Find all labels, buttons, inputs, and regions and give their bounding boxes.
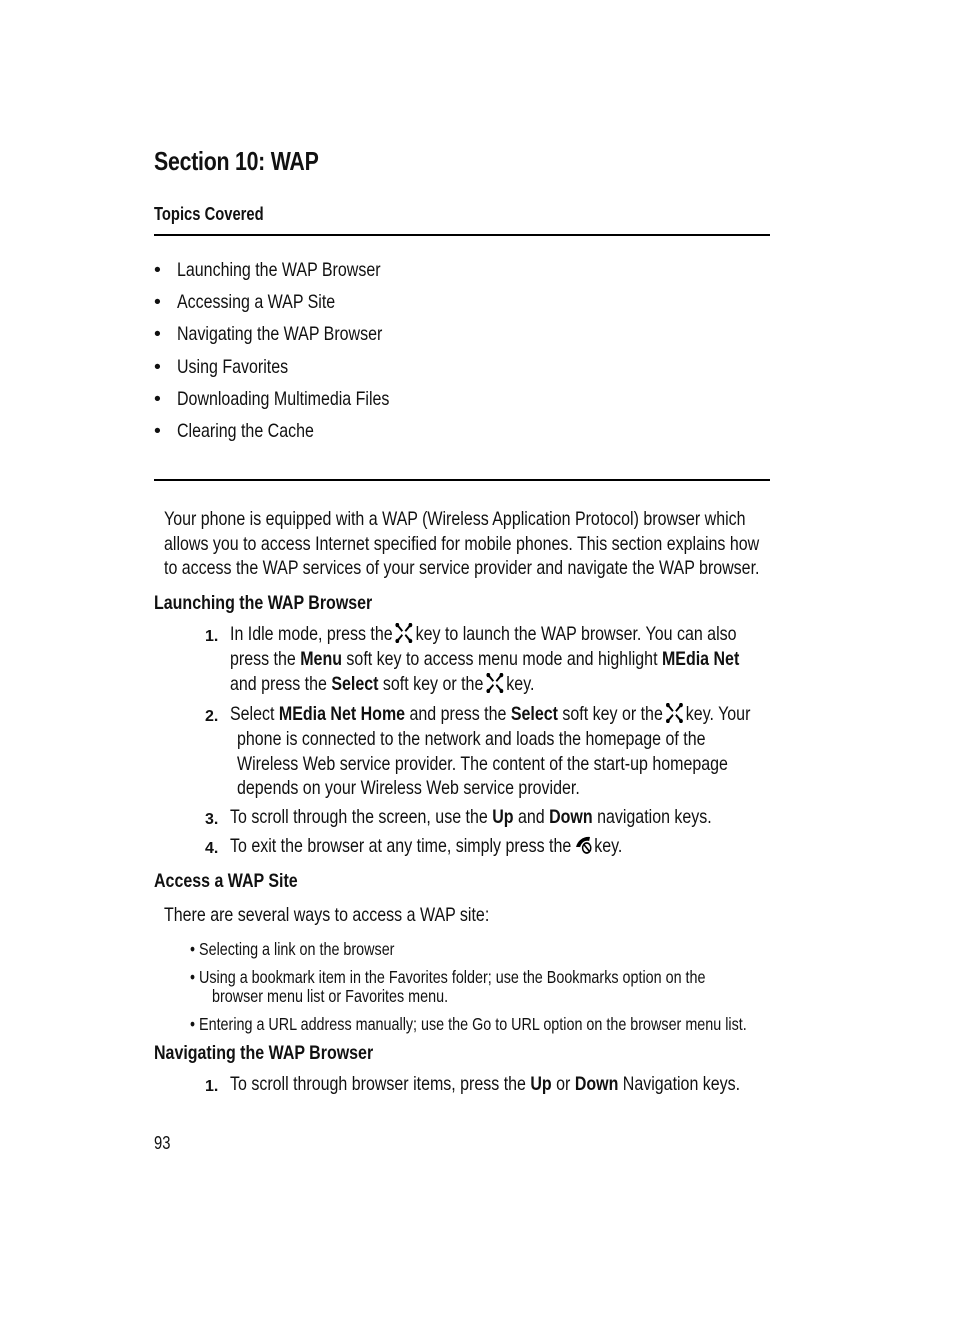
bullet: • [154,323,161,345]
page-number: 93 [154,1133,171,1153]
divider-bottom [154,479,770,481]
topic-label: Clearing the Cache [177,420,314,442]
step-number: 1. [205,628,219,645]
topic-label: Using Favorites [177,356,289,378]
intro-paragraph: Your phone is equipped with a WAP (Wirel… [164,507,890,581]
step-number: 1. [205,1078,219,1095]
heading-navigating: Navigating the WAP Browser [154,1042,374,1064]
step-number: 3. [205,811,219,828]
bullet: • [154,291,161,313]
intro-line: allows you to access Internet specified … [164,532,760,555]
topic-label: Accessing a WAP Site [177,291,336,313]
access-bullet: • Using a bookmark item in the Favorites… [190,967,706,987]
topic-label: Navigating the WAP Browser [177,323,383,345]
access-intro: There are several ways to access a WAP s… [164,904,490,926]
access-bullet-cont: browser menu list or Favorites menu. [212,986,449,1006]
step-number: 2. [205,708,219,725]
web-key-icon [665,702,683,724]
topic-label: Downloading Multimedia Files [177,388,390,410]
bullet: • [154,259,161,281]
heading-access: Access a WAP Site [154,870,298,892]
topic-label: Launching the WAP Browser [177,259,381,281]
bullet: • [154,420,161,442]
intro-line: Your phone is equipped with a WAP (Wirel… [164,508,746,530]
heading-launching: Launching the WAP Browser [154,592,373,614]
topics-heading: Topics Covered [154,204,264,224]
bullet: • [154,388,161,410]
access-bullet: • Entering a URL address manually; use t… [190,1014,747,1034]
bullet: • [154,356,161,378]
access-bullet: • Selecting a link on the browser [190,939,395,959]
web-key-icon [486,672,504,694]
web-key-icon [395,622,413,644]
section-title: Section 10: WAP [154,146,319,176]
divider-top [154,234,770,236]
end-key-icon [574,835,592,855]
intro-line: to access the WAP services of your servi… [164,557,760,579]
step-number: 4. [205,840,219,857]
